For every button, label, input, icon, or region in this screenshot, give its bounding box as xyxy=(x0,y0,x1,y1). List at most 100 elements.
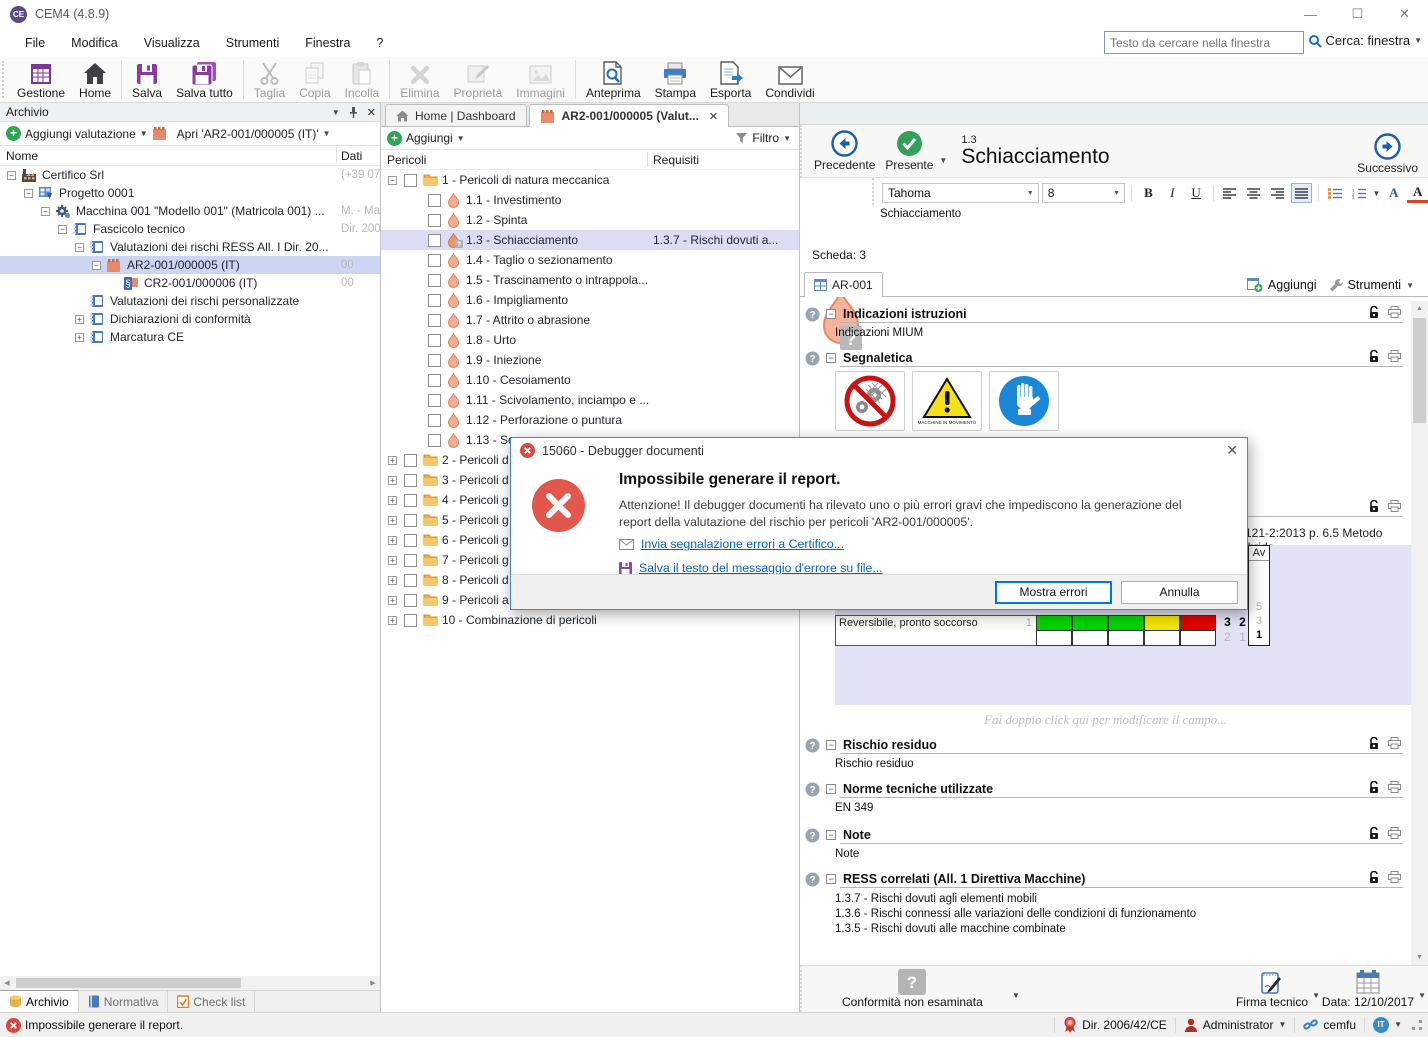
scrollbar-thumb[interactable] xyxy=(1413,318,1426,423)
hazard-checkbox[interactable] xyxy=(404,574,417,587)
printer-small-icon[interactable] xyxy=(1388,500,1401,513)
numbered-list-icon[interactable]: 123 xyxy=(1349,183,1370,203)
align-center-icon[interactable] xyxy=(1243,183,1264,203)
column-nome[interactable]: Nome xyxy=(6,149,38,163)
tree-row-marcatura-ce[interactable]: +Marcatura CE xyxy=(0,328,380,346)
section-segnaletica-header[interactable]: ? − Segnaletica xyxy=(800,349,1411,367)
lock-open-icon[interactable] xyxy=(1368,350,1380,363)
hazard-row-1-1-investimento[interactable]: 1.1 - Investimento xyxy=(381,190,799,210)
dialog-close-icon[interactable]: ✕ xyxy=(1226,442,1238,459)
font-color-red-button[interactable]: A xyxy=(1407,183,1428,203)
add-valutazione-button[interactable]: Aggiungi valutazione xyxy=(25,127,136,141)
tree-expander-icon[interactable]: − xyxy=(58,225,67,234)
firma-tecnico-button[interactable]: Firma tecnico xyxy=(1236,969,1308,1009)
hazard-checkbox[interactable] xyxy=(404,594,417,607)
tree-expander-icon[interactable]: − xyxy=(75,243,84,252)
presente-button[interactable]: Presente xyxy=(885,130,933,172)
chevron-down-icon[interactable]: ▼ xyxy=(1372,189,1380,198)
vertical-scrollbar[interactable]: ▲ ▼ xyxy=(1411,301,1428,965)
hazard-row-1-9-iniezione[interactable]: 1.9 - Iniezione xyxy=(381,350,799,370)
tree-expander-icon[interactable]: + xyxy=(388,516,397,525)
bottom-tab-archivio[interactable]: Archivio xyxy=(0,990,79,1012)
toolbar-condividi-button[interactable]: Condividi xyxy=(758,57,821,102)
lock-open-icon[interactable] xyxy=(1368,306,1380,319)
language-selector[interactable]: IT ▼ xyxy=(1364,1017,1410,1034)
tab-ar-001[interactable]: AR-001 xyxy=(804,272,883,297)
bullet-list-icon[interactable] xyxy=(1325,183,1346,203)
tree-expander-icon[interactable]: − xyxy=(92,261,101,270)
bottom-tab-normativa[interactable]: Normativa xyxy=(79,991,169,1012)
hazard-checkbox[interactable] xyxy=(404,514,417,527)
hazard-checkbox[interactable] xyxy=(428,254,441,267)
scroll-right-icon[interactable]: ▶ xyxy=(366,979,380,987)
hazard-checkbox[interactable] xyxy=(428,394,441,407)
user-menu[interactable]: Administrator ▼ xyxy=(1175,1017,1295,1034)
collapse-icon[interactable]: − xyxy=(826,353,836,363)
tab-ar2-valutazione[interactable]: AR2-001/000005 (Valut... ✕ xyxy=(529,104,730,127)
chevron-down-icon[interactable]: ▼ xyxy=(783,134,791,143)
lock-open-icon[interactable] xyxy=(1368,781,1380,794)
scrollbar-thumb[interactable] xyxy=(16,978,241,988)
font-color-blue-button[interactable]: A xyxy=(1383,183,1404,203)
lock-open-icon[interactable] xyxy=(1368,737,1380,750)
hazard-description-text[interactable]: Schiacciamento xyxy=(880,208,1428,220)
hazard-row-1-10-cesoiamento[interactable]: 1.10 - Cesoiamento xyxy=(381,370,799,390)
tree-expander-icon[interactable]: + xyxy=(388,556,397,565)
tree-row-valutazioni-dei-rischi-persona[interactable]: Valutazioni dei rischi personalizzate xyxy=(0,292,380,310)
lock-open-icon[interactable] xyxy=(1368,827,1380,840)
add-hazard-button[interactable]: Aggiungi xyxy=(406,131,453,145)
hazard-row-1-8-urto[interactable]: 1.8 - Urto xyxy=(381,330,799,350)
resize-grip[interactable] xyxy=(1412,1020,1422,1030)
tree-row-progetto-0001[interactable]: −Progetto 0001 xyxy=(0,184,380,202)
hazard-row-1-5-trascinamento-o-intrappola[interactable]: 1.5 - Trascinamento o intrappola... xyxy=(381,270,799,290)
tab-home-dashboard[interactable]: Home | Dashboard xyxy=(385,104,527,126)
hazard-row-1-11-scivolamento-inciampo-e-[interactable]: 1.11 - Scivolamento, inciampo e ... xyxy=(381,390,799,410)
risk-matrix-cell[interactable] xyxy=(1180,615,1216,631)
printer-small-icon[interactable] xyxy=(1388,350,1401,363)
conformita-button[interactable]: ? Conformità non esaminata xyxy=(842,969,983,1009)
pin-icon[interactable] xyxy=(349,107,358,118)
tree-expander-icon[interactable]: + xyxy=(75,315,84,324)
scroll-down-icon[interactable]: ▼ xyxy=(1411,950,1428,965)
column-requisiti[interactable]: Requisiti xyxy=(653,153,699,167)
maximize-button[interactable]: ☐ xyxy=(1334,0,1381,28)
toolbar-anteprima-button[interactable]: Anteprima xyxy=(579,57,648,102)
license-status[interactable]: cemfu xyxy=(1294,1017,1364,1034)
hazard-checkbox[interactable] xyxy=(428,414,441,427)
tree-row-ar2-001-000005-it-[interactable]: −AR2-001/000005 (IT)00 xyxy=(0,256,380,274)
close-tab-icon[interactable]: ✕ xyxy=(709,110,718,123)
chevron-down-icon[interactable]: ▼ xyxy=(1418,991,1426,1000)
menu-finestra[interactable]: Finestra xyxy=(292,32,363,54)
tree-expander-icon[interactable]: + xyxy=(388,576,397,585)
no-gears-prohibition-sign[interactable] xyxy=(835,371,905,431)
successivo-button[interactable]: Successivo xyxy=(1357,133,1418,175)
hazard-checkbox[interactable] xyxy=(404,554,417,567)
hazard-row-1-12-perforazione-o-puntura[interactable]: 1.12 - Perforazione o puntura xyxy=(381,410,799,430)
tree-row-valutazioni-dei-rischi-ress-al[interactable]: −Valutazioni dei rischi RESS All. I Dir.… xyxy=(0,238,380,256)
tree-row-dichiarazioni-di-conformit-[interactable]: +Dichiarazioni di conformità xyxy=(0,310,380,328)
section-ress-header[interactable]: ? − RESS correlati (All. 1 Direttiva Mac… xyxy=(800,870,1411,888)
chevron-down-icon[interactable]: ▼ xyxy=(140,129,148,138)
wear-gloves-mandatory-sign[interactable] xyxy=(989,371,1059,431)
precedente-button[interactable]: Precedente xyxy=(814,130,875,172)
risk-matrix-cell[interactable] xyxy=(1036,630,1072,646)
save-error-text-link[interactable]: Salva il testo del messaggio d'errore su… xyxy=(619,561,883,575)
column-pericoli[interactable]: Pericoli xyxy=(387,153,426,167)
tree-expander-icon[interactable]: + xyxy=(75,333,84,342)
scroll-left-icon[interactable]: ◀ xyxy=(0,979,14,987)
menu-modifica[interactable]: Modifica xyxy=(58,32,131,54)
hazard-checkbox[interactable] xyxy=(404,494,417,507)
menu-file[interactable]: File xyxy=(12,32,58,54)
toolbar-stampa-button[interactable]: Stampa xyxy=(648,57,703,102)
toolbar-home-button[interactable]: Home xyxy=(72,57,118,102)
section-norme-header[interactable]: ? − Norme tecniche utilizzate xyxy=(800,780,1411,798)
underline-button[interactable]: U xyxy=(1186,183,1207,203)
hazard-checkbox[interactable] xyxy=(428,314,441,327)
printer-small-icon[interactable] xyxy=(1388,306,1401,319)
chevron-down-icon[interactable]: ▼ xyxy=(457,134,465,143)
annulla-button[interactable]: Annulla xyxy=(1121,581,1238,604)
hazard-checkbox[interactable] xyxy=(404,614,417,627)
directive-status[interactable]: Dir. 2006/42/CE xyxy=(1054,1017,1175,1034)
mostra-errori-button[interactable]: Mostra errori xyxy=(995,581,1112,604)
toolbar-salva-tutto-button[interactable]: Salva tutto xyxy=(169,57,240,102)
